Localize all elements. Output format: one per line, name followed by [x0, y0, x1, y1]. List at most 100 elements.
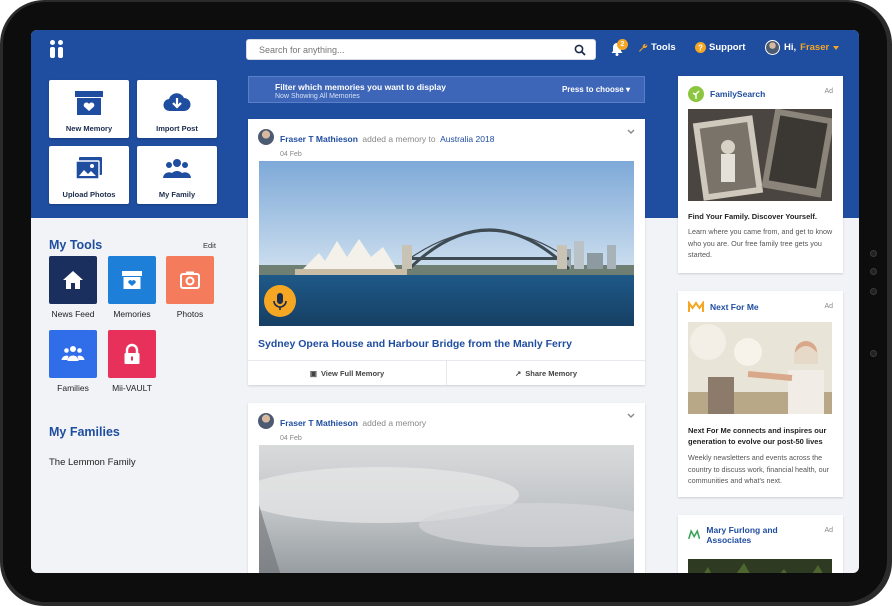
upload-photos-tile[interactable]: Upload Photos	[49, 146, 129, 204]
wrench-icon	[639, 43, 648, 52]
filter-subtitle: Now Showing All Memories	[275, 93, 360, 100]
chevron-down-icon[interactable]	[627, 413, 635, 419]
ad-brand: FamilySearch	[710, 89, 766, 99]
ad-card-familysearch[interactable]: FamilySearch Ad Find Your Family. Discov…	[678, 76, 843, 273]
app-logo-icon[interactable]	[49, 40, 65, 58]
ad-header: FamilySearch	[688, 86, 798, 102]
post-author[interactable]: Fraser T Mathieson	[280, 418, 358, 428]
memory-post-card: Fraser T Mathieson added a memory to Aus…	[248, 119, 645, 385]
family-link[interactable]: The Lemmon Family	[49, 457, 136, 468]
avatar	[765, 40, 780, 55]
edit-tools-link[interactable]: Edit	[203, 241, 216, 250]
post-header: Fraser T Mathieson added a memory to Aus…	[258, 129, 494, 158]
import-post-tile[interactable]: Import Post	[137, 80, 217, 138]
my-families-title: My Families	[49, 425, 120, 439]
ad-card-next-for-me[interactable]: Next For Me Ad Next For Me connects and …	[678, 291, 843, 497]
side-button-dot	[870, 268, 877, 275]
sydney-harbour-image	[259, 161, 634, 326]
post-photo[interactable]	[259, 161, 634, 326]
memory-post-card: Fraser T Mathieson added a memory 04 Feb	[248, 403, 645, 573]
people-icon	[61, 346, 85, 361]
my-family-tile[interactable]: My Family	[137, 146, 217, 204]
post-action: added a memory to	[362, 134, 436, 144]
search-icon[interactable]	[574, 44, 586, 56]
tile-label: My Family	[158, 190, 196, 199]
archive-icon: ▣	[309, 368, 317, 378]
ad-label: Ad	[824, 303, 833, 310]
view-full-memory-button[interactable]: ▣ View Full Memory	[248, 361, 447, 385]
share-memory-label: Share Memory	[525, 368, 577, 378]
ad-header: Mary Furlong and Associates	[688, 525, 798, 545]
filter-choose-label: Press to choose	[561, 85, 624, 94]
tool-mii-vault[interactable]	[108, 330, 156, 378]
search-input[interactable]	[247, 41, 557, 59]
happy-couple-image	[688, 322, 832, 414]
lock-icon	[124, 343, 140, 364]
memory-box-icon	[75, 91, 103, 115]
avatar[interactable]	[258, 413, 274, 429]
ad-brand: Mary Furlong and Associates	[706, 525, 778, 545]
post-date: 04 Feb	[280, 151, 302, 158]
caret-down-icon: ▾	[625, 85, 630, 94]
tools-label: Tools	[651, 42, 676, 53]
top-bar: 2 Tools ? Support Hi, Fraser	[31, 30, 859, 70]
photos-icon	[75, 157, 102, 180]
leaf-logo-icon	[688, 529, 701, 540]
next-for-me-logo-icon	[688, 301, 704, 312]
tools-menu[interactable]: Tools	[638, 42, 676, 53]
support-menu[interactable]: ? Support	[695, 42, 745, 53]
post-author[interactable]: Fraser T Mathieson	[280, 134, 358, 144]
memory-box-icon	[122, 271, 142, 289]
post-album-link[interactable]: Australia 2018	[440, 134, 494, 144]
chevron-down-icon[interactable]	[627, 129, 635, 135]
support-label: Support	[709, 42, 746, 53]
camera-icon	[180, 271, 200, 289]
post-actions: ▣ View Full Memory ↗ Share Memory	[248, 360, 645, 385]
people-icon	[163, 159, 191, 178]
ad-description: Weekly newsletters and events across the…	[688, 453, 830, 485]
post-header: Fraser T Mathieson added a memory 04 Feb	[258, 413, 426, 442]
svg-text:?: ?	[698, 43, 703, 52]
user-name: Fraser	[800, 42, 830, 53]
user-menu[interactable]: Hi, Fraser	[765, 40, 840, 55]
greeting: Hi,	[784, 42, 797, 53]
ad-brand: Next For Me	[710, 302, 759, 312]
tool-label: Photos	[176, 309, 204, 319]
audio-memory-button[interactable]	[264, 285, 296, 317]
post-title[interactable]: Sydney Opera House and Harbour Bridge fr…	[258, 338, 572, 350]
filter-choose-button[interactable]: Press to choose ▾	[562, 85, 630, 94]
tool-photos[interactable]	[166, 256, 214, 304]
ad-image	[688, 322, 832, 414]
post-action: added a memory	[362, 418, 427, 428]
home-icon	[63, 271, 83, 289]
tool-families[interactable]	[49, 330, 97, 378]
tool-label: Mii-VAULT	[112, 383, 152, 393]
ad-card-mary-furlong[interactable]: Mary Furlong and Associates Ad	[678, 515, 843, 573]
filter-title: Filter which memories you want to displa…	[275, 82, 446, 92]
side-button-dot	[870, 350, 877, 357]
app-screen: 2 Tools ? Support Hi, Fraser New Memory	[31, 30, 859, 573]
chevron-down-icon	[833, 45, 840, 50]
cloudy-sky-image	[259, 445, 634, 573]
new-memory-tile[interactable]: New Memory	[49, 80, 129, 138]
post-photo[interactable]	[259, 445, 634, 573]
tile-label: New Memory	[65, 124, 113, 133]
tile-label: Import Post	[156, 124, 198, 133]
forest-image	[688, 559, 832, 573]
notification-badge: 2	[617, 39, 628, 50]
help-circle-icon: ?	[695, 42, 706, 53]
tool-news-feed[interactable]	[49, 256, 97, 304]
ad-title: Next For Me connects and inspires our ge…	[688, 426, 827, 446]
microphone-icon	[273, 293, 287, 310]
tool-memories[interactable]	[108, 256, 156, 304]
ad-image	[688, 109, 832, 201]
ad-title: Find Your Family. Discover Yourself.	[688, 212, 817, 221]
ad-label: Ad	[824, 527, 833, 534]
post-date: 04 Feb	[280, 435, 302, 442]
share-memory-button[interactable]: ↗ Share Memory	[447, 361, 645, 385]
cloud-download-icon	[163, 93, 191, 112]
tile-label: Upload Photos	[62, 190, 116, 199]
avatar[interactable]	[258, 129, 274, 145]
memory-filter-bar[interactable]: Filter which memories you want to displa…	[248, 76, 645, 103]
tablet-frame: 2 Tools ? Support Hi, Fraser New Memory	[0, 0, 892, 606]
